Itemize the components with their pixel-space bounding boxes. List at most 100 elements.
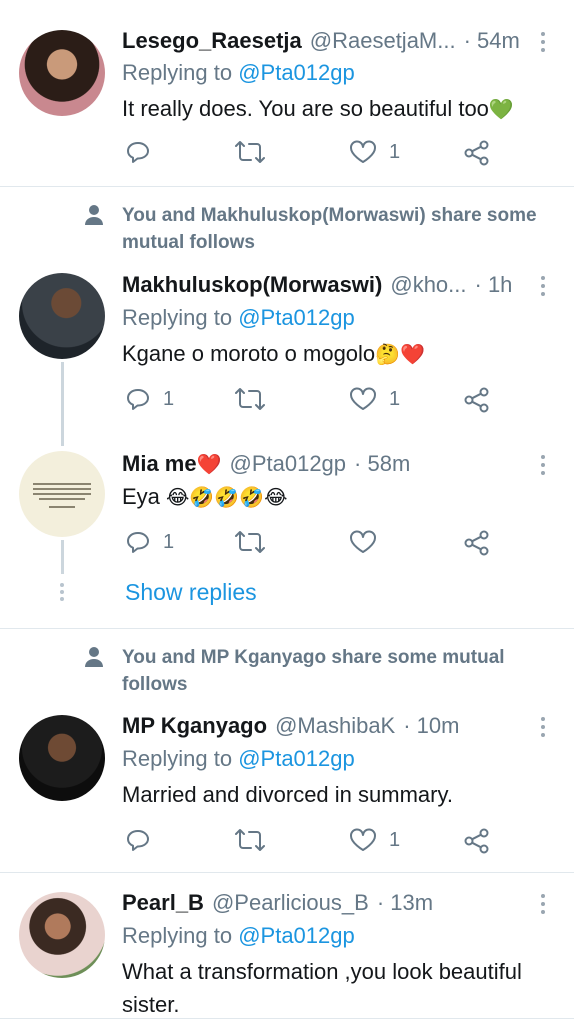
tweet-text-content: Kgane o moroto o mogolo (122, 341, 376, 366)
tweet-text: It really does. You are so beautiful too… (122, 92, 514, 127)
thread-line (61, 362, 64, 446)
like-count: 1 (389, 387, 401, 410)
more-vertical-icon[interactable] (540, 894, 546, 918)
like-button[interactable]: 1 (349, 387, 400, 411)
reply-icon (127, 389, 149, 410)
tweet-emoji: 😂🤣🤣🤣😂 (166, 487, 288, 509)
social-context: You and MP Kganyago share some mutual fo… (122, 647, 505, 695)
like-button[interactable]: 1 (349, 828, 400, 852)
divider (0, 1018, 574, 1019)
tweet-text-content: Eya (122, 484, 160, 509)
tweet-emoji: 💚 (488, 99, 514, 121)
tweet-time: · 54m (463, 28, 520, 53)
tweet-text-content: It really does. You are so beautiful too (122, 96, 489, 121)
person-icon (85, 647, 103, 667)
tweet-time: · 58m (354, 451, 411, 476)
author-name[interactable]: Mia me❤️ (122, 451, 222, 477)
heart-icon (350, 387, 376, 410)
tweet-emoji: 🤔❤️ (375, 344, 425, 366)
reply-button[interactable]: 1 (125, 530, 174, 554)
share-icon (464, 140, 489, 166)
more-vertical-icon[interactable] (540, 717, 546, 741)
author-name-emoji: ❤️ (196, 454, 222, 476)
tweet-text: What a transformation ,you look beautifu… (122, 959, 522, 1017)
retweet-icon (235, 829, 265, 851)
reply-count: 1 (163, 387, 175, 410)
divider (0, 872, 574, 873)
show-replies-link[interactable]: Show replies (125, 579, 257, 606)
retweet-icon (235, 531, 265, 553)
divider (0, 628, 574, 629)
tweet-time: · 10m (403, 713, 460, 738)
replying-to: Replying to @Pta012gp (122, 305, 355, 331)
avatar[interactable] (19, 892, 105, 978)
author-handle[interactable]: @MashibaK (275, 713, 395, 739)
retweet-button[interactable] (234, 387, 266, 411)
replying-prefix: Replying to (122, 746, 233, 771)
author-name[interactable]: MP Kganyago (122, 713, 267, 739)
share-icon (464, 530, 489, 556)
author-handle[interactable]: @kho... (390, 272, 466, 298)
like-button[interactable]: 1 (349, 140, 400, 164)
share-icon (464, 387, 489, 413)
avatar[interactable] (19, 715, 105, 801)
like-count: 1 (389, 140, 401, 163)
more-vertical-icon[interactable] (540, 276, 546, 300)
retweet-button[interactable] (234, 828, 266, 852)
heart-icon (350, 828, 376, 851)
replying-prefix: Replying to (122, 305, 233, 330)
replying-prefix: Replying to (122, 60, 233, 85)
replying-to: Replying to @Pta012gp (122, 746, 355, 772)
author-name[interactable]: Lesego_Raesetja (122, 28, 302, 54)
replying-to: Replying to @Pta012gp (122, 60, 355, 86)
mention-link[interactable]: @Pta012gp (238, 60, 355, 85)
reply-icon (127, 142, 149, 163)
reply-icon (127, 830, 149, 851)
share-icon (464, 828, 489, 854)
more-vertical-icon[interactable] (540, 455, 546, 479)
author-handle[interactable]: @RaesetjaM... (310, 28, 456, 54)
more-vertical-icon[interactable] (540, 32, 546, 56)
share-button[interactable] (463, 530, 491, 556)
retweet-button[interactable] (234, 530, 266, 554)
tweet-text: Eya 😂🤣🤣🤣😂 (122, 480, 288, 515)
thread-dots (60, 583, 65, 604)
author-name[interactable]: Pearl_B (122, 890, 204, 916)
heart-icon (350, 530, 376, 553)
like-button[interactable] (349, 530, 377, 554)
divider (0, 186, 574, 187)
author-handle[interactable]: @Pearlicious_B (212, 890, 369, 916)
author-name[interactable]: Makhuluskop(Morwaswi) (122, 272, 382, 298)
social-context: You and Makhuluskop(Morwaswi) share some… (122, 205, 537, 253)
thread-line (61, 540, 64, 574)
avatar[interactable] (19, 273, 105, 359)
reply-button[interactable]: 1 (125, 387, 174, 411)
replying-to: Replying to @Pta012gp (122, 923, 355, 949)
retweet-icon (235, 141, 265, 163)
reply-button[interactable] (125, 828, 151, 852)
tweet-time: · 1h (474, 272, 513, 297)
like-count: 1 (389, 828, 401, 851)
author-name-text: Mia me (122, 451, 197, 476)
retweet-button[interactable] (234, 140, 266, 164)
retweet-icon (235, 388, 265, 410)
reply-count: 1 (163, 530, 175, 553)
mention-link[interactable]: @Pta012gp (238, 746, 355, 771)
share-button[interactable] (463, 140, 491, 166)
avatar[interactable] (19, 451, 105, 537)
tweet-time: · 13m (376, 890, 434, 915)
reply-button[interactable] (125, 140, 151, 164)
replying-prefix: Replying to (122, 923, 233, 948)
share-button[interactable] (463, 387, 491, 413)
tweet-text: Married and divorced in summary. (122, 782, 453, 807)
mention-link[interactable]: @Pta012gp (238, 923, 355, 948)
avatar[interactable] (19, 30, 105, 116)
share-button[interactable] (463, 828, 491, 854)
tweet-text: Kgane o moroto o mogolo🤔❤️ (122, 337, 425, 372)
heart-icon (350, 140, 376, 163)
avatar-quote-lines (33, 480, 91, 508)
person-icon (85, 205, 103, 225)
author-handle[interactable]: @Pta012gp (230, 451, 347, 477)
reply-icon (127, 532, 149, 553)
mention-link[interactable]: @Pta012gp (238, 305, 355, 330)
